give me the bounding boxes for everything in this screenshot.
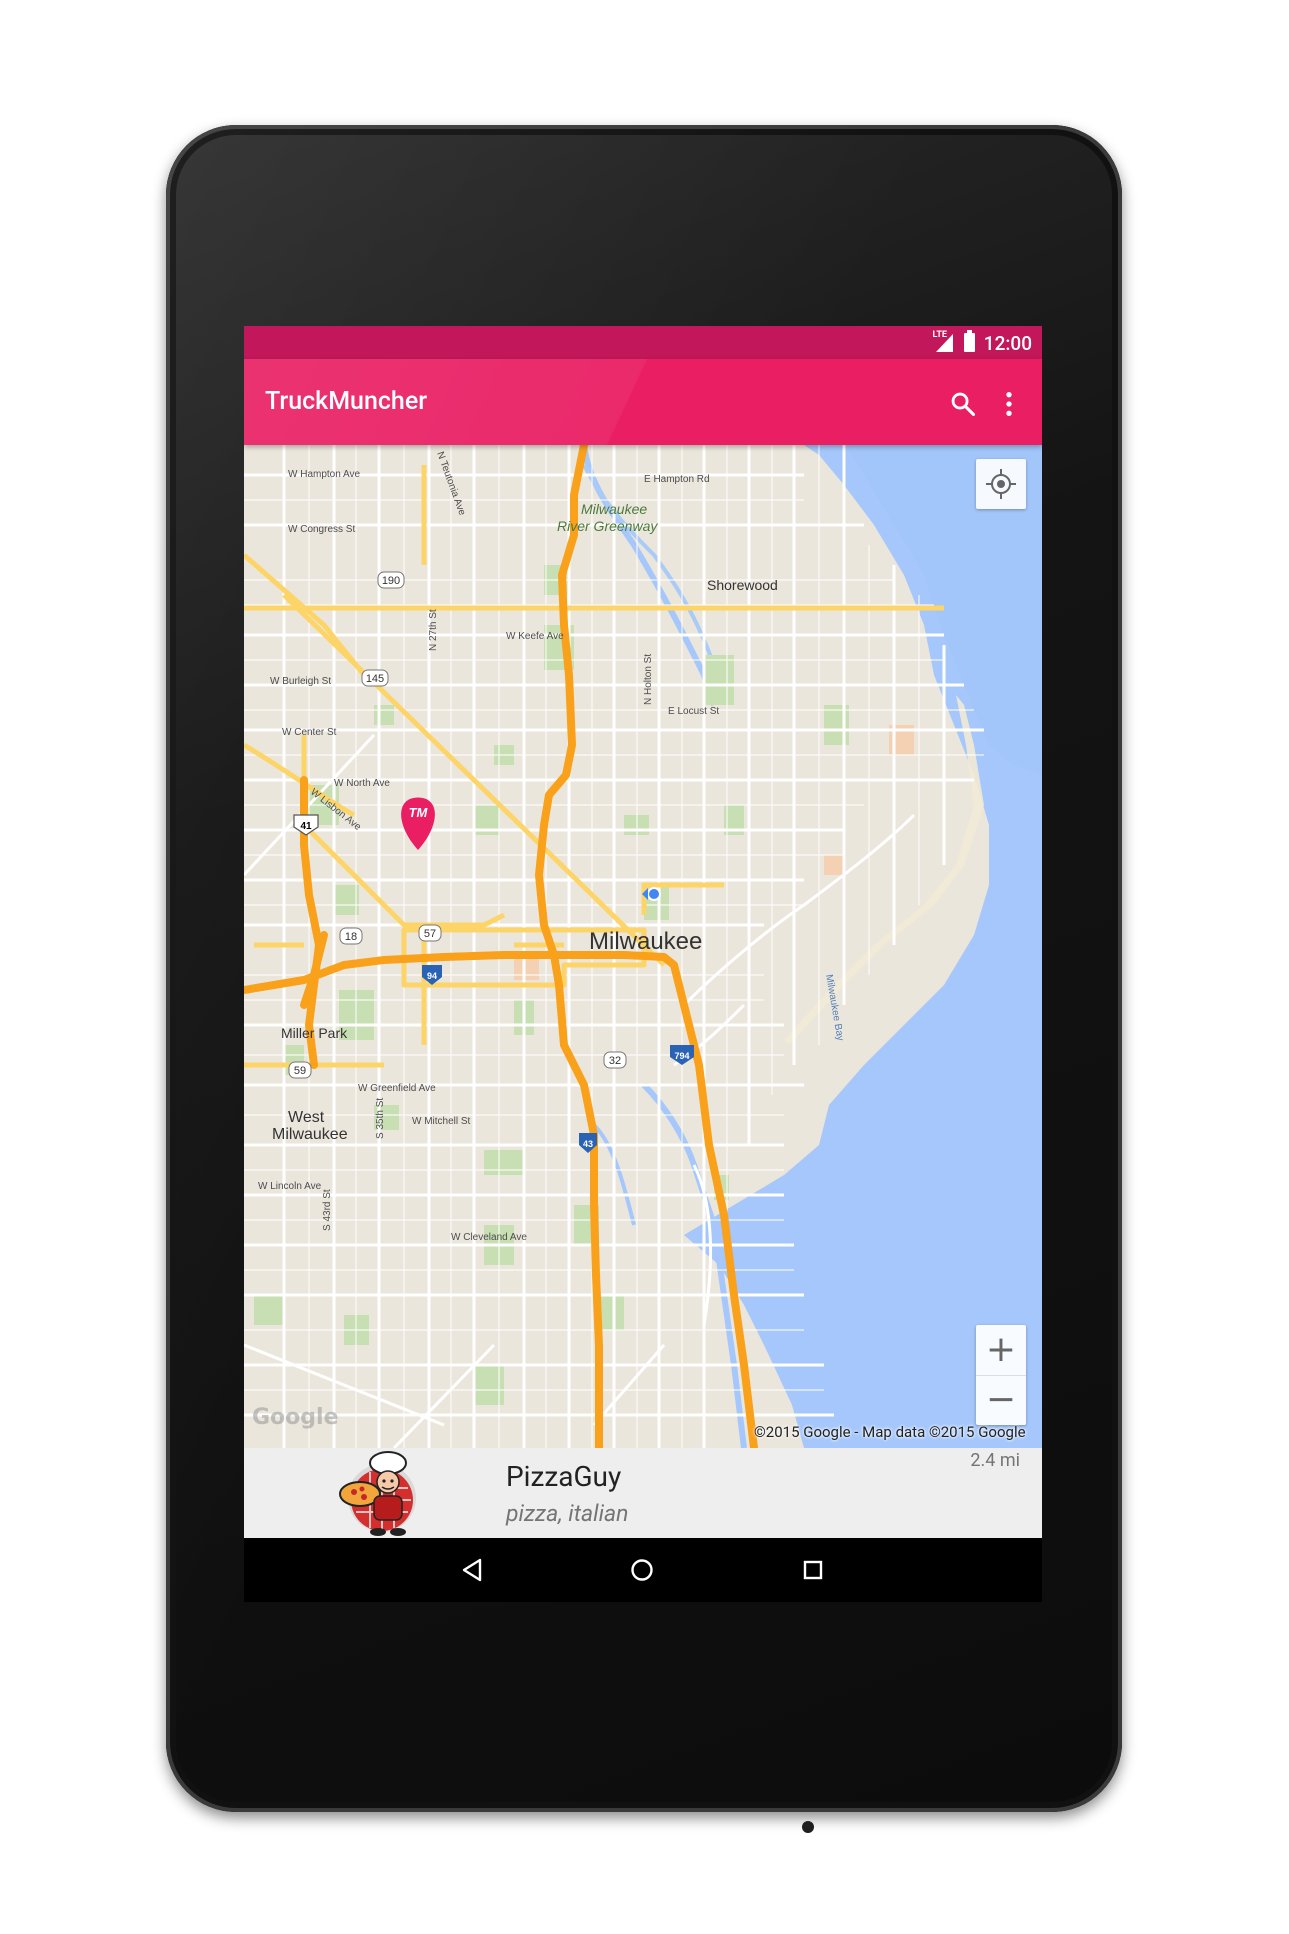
status-bar: LTE 12:00 xyxy=(244,326,1042,359)
shield-57: 57 xyxy=(424,928,436,940)
search-icon[interactable] xyxy=(949,390,977,418)
truck-name: PizzaGuy xyxy=(506,1460,622,1493)
device-screen: LTE 12:00 TruckMuncher 190 145 57 32 59 … xyxy=(244,326,1042,1602)
label-w-mitchell: W Mitchell St xyxy=(412,1116,471,1127)
label-s-35th: S 35th St xyxy=(375,1098,386,1139)
truck-distance: 2.4 mi xyxy=(970,1450,1020,1471)
battery-icon xyxy=(964,330,975,352)
app-bar: TruckMuncher xyxy=(244,359,1042,445)
label-greenway-2: River Greenway xyxy=(557,518,658,534)
zoom-out-button[interactable]: − xyxy=(976,1375,1026,1425)
label-w-lincoln: W Lincoln Ave xyxy=(258,1181,322,1192)
navigation-bar xyxy=(244,1538,1042,1602)
map-canvas[interactable]: 190 145 57 32 59 18 41 94 794 43 W Hampt… xyxy=(244,445,1042,1448)
cell-signal-icon xyxy=(936,334,953,352)
status-time: 12:00 xyxy=(983,332,1032,355)
label-w-hampton: W Hampton Ave xyxy=(288,469,361,480)
light-sensor xyxy=(802,1821,814,1833)
shield-190: 190 xyxy=(382,575,400,587)
back-icon[interactable] xyxy=(456,1554,488,1586)
truck-tags: pizza, italian xyxy=(506,1500,629,1527)
shield-59: 59 xyxy=(294,1065,306,1077)
shield-145: 145 xyxy=(366,673,384,685)
label-w-congress: W Congress St xyxy=(288,524,355,535)
crosshair-icon xyxy=(986,469,1016,499)
app-title: TruckMuncher xyxy=(265,387,428,416)
zoom-control: + − xyxy=(976,1325,1026,1425)
label-w-keefe: W Keefe Ave xyxy=(506,631,564,642)
label-s-43rd: S 43rd St xyxy=(322,1189,333,1231)
label-west-1: West xyxy=(288,1109,325,1126)
label-w-center: W Center St xyxy=(282,727,337,738)
label-w-north: W North Ave xyxy=(334,778,390,789)
label-w-cleveland: W Cleveland Ave xyxy=(451,1232,527,1243)
shield-794: 794 xyxy=(674,1051,689,1061)
label-shorewood: Shorewood xyxy=(707,577,778,593)
shield-18: 18 xyxy=(345,931,357,943)
map-view[interactable]: 190 145 57 32 59 18 41 94 794 43 W Hampt… xyxy=(244,445,1042,1448)
shield-43: 43 xyxy=(583,1139,593,1149)
label-greenway-1: Milwaukee xyxy=(581,501,647,517)
label-n-holton: N Holton St xyxy=(643,654,654,705)
zoom-in-button[interactable]: + xyxy=(976,1325,1026,1376)
label-e-hampton: E Hampton Rd xyxy=(644,474,710,485)
shield-32: 32 xyxy=(609,1055,621,1067)
overflow-menu-icon[interactable] xyxy=(1002,390,1016,418)
shield-94: 94 xyxy=(427,971,437,981)
truck-logo-image xyxy=(339,1451,416,1536)
truck-info-panel[interactable]: PizzaGuy pizza, italian 2.4 mi xyxy=(244,1448,1042,1538)
truck-marker-label: TM xyxy=(409,805,429,820)
label-n-27th: N 27th St xyxy=(428,609,439,651)
label-e-locust: E Locust St xyxy=(668,706,719,717)
label-city-milwaukee: Milwaukee xyxy=(589,928,702,955)
label-west-2: Milwaukee xyxy=(272,1126,348,1143)
home-icon[interactable] xyxy=(626,1554,658,1586)
label-miller-park: Miller Park xyxy=(281,1025,348,1041)
label-w-burleigh: W Burleigh St xyxy=(270,676,331,687)
shield-41: 41 xyxy=(300,821,312,832)
google-logo: Google xyxy=(252,1405,339,1430)
label-w-greenfield: W Greenfield Ave xyxy=(358,1083,436,1094)
my-location-button[interactable] xyxy=(976,459,1026,509)
recents-icon[interactable] xyxy=(797,1554,829,1586)
map-attribution: ©2015 Google - Map data ©2015 Google xyxy=(754,1423,1026,1441)
